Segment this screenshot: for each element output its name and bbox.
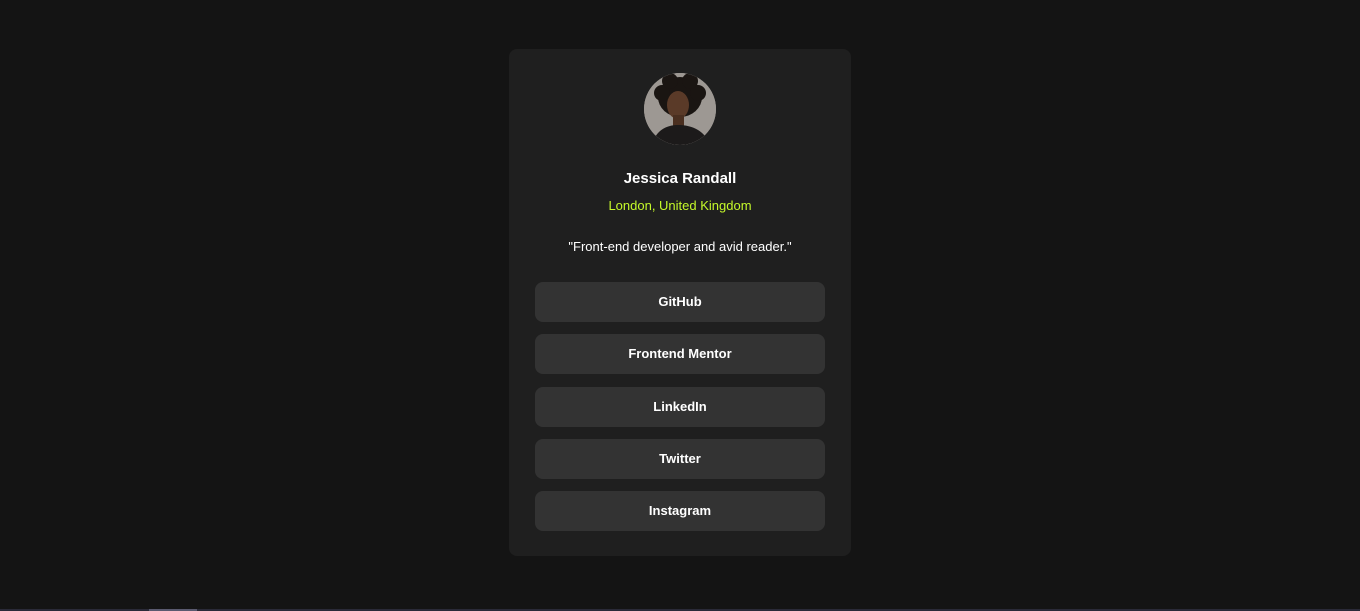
frontend-mentor-button[interactable]: Frontend Mentor	[535, 334, 825, 375]
github-button[interactable]: GitHub	[535, 282, 825, 322]
social-links-list: GitHub Frontend Mentor LinkedIn Twitter …	[535, 282, 825, 543]
list-item: Instagram	[535, 491, 825, 532]
list-item: Twitter	[535, 438, 825, 479]
profile-bio: "Front-end developer and avid reader."	[568, 239, 792, 254]
list-item: Frontend Mentor	[535, 334, 825, 375]
twitter-button[interactable]: Twitter	[535, 438, 825, 479]
avatar	[644, 73, 716, 145]
list-item: GitHub	[535, 282, 825, 322]
profile-location: London, United Kingdom	[608, 198, 752, 213]
instagram-button[interactable]: Instagram	[535, 491, 825, 532]
page: Jessica Randall London, United Kingdom "…	[0, 0, 1360, 611]
avatar-photo	[644, 73, 716, 145]
profile-card: Jessica Randall London, United Kingdom "…	[509, 49, 851, 556]
list-item: LinkedIn	[535, 386, 825, 427]
linkedin-button[interactable]: LinkedIn	[535, 386, 825, 427]
profile-name: Jessica Randall	[623, 170, 737, 187]
